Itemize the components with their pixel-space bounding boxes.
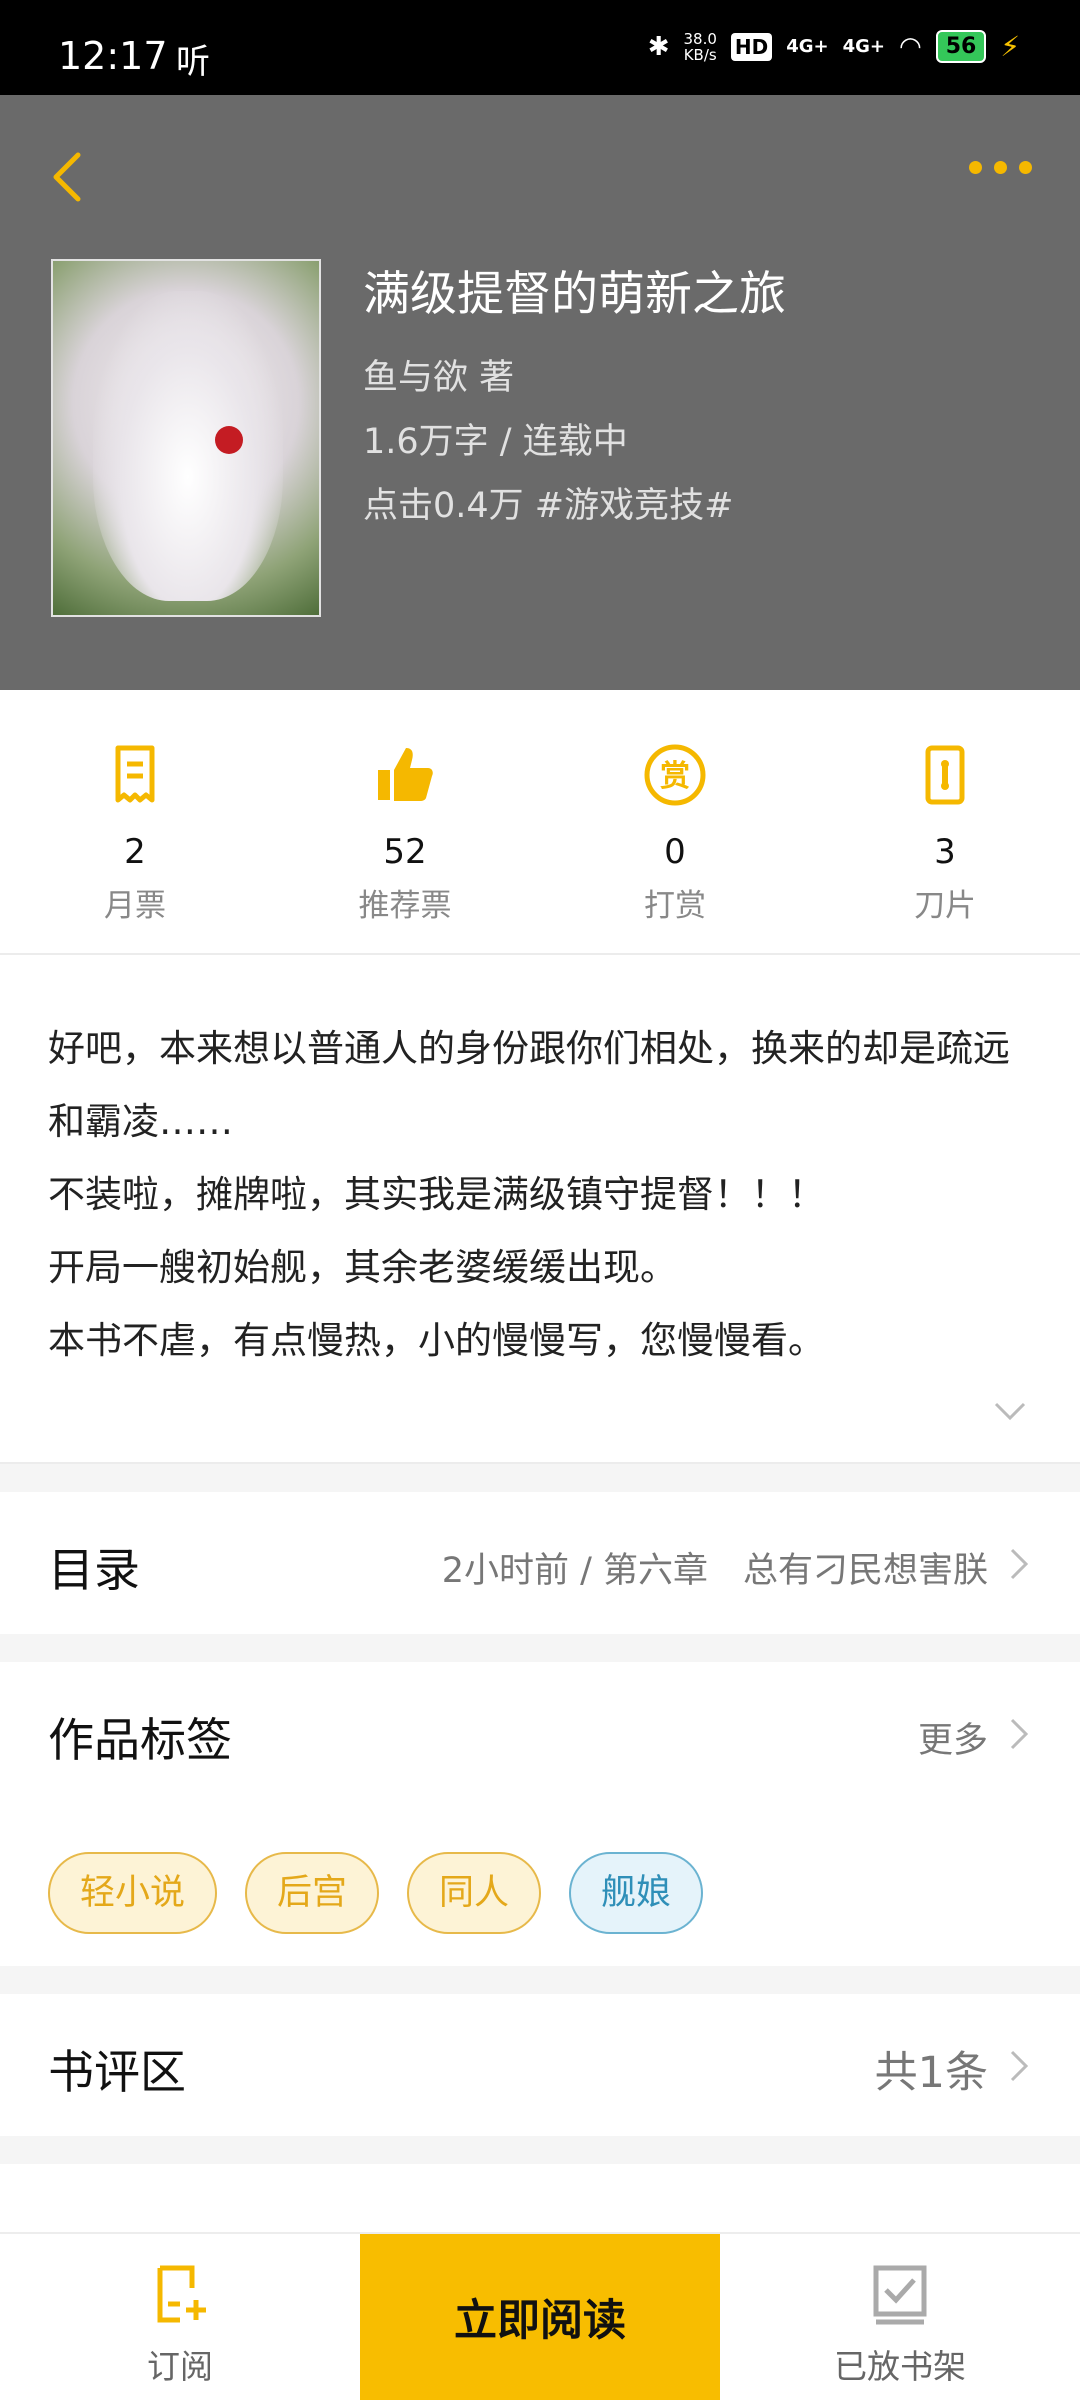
more-dot-icon (969, 160, 982, 174)
reviews-row[interactable]: 书评区 共1条 (0, 1994, 1080, 2136)
tag-chip[interactable]: 舰娘 (569, 1852, 704, 1934)
book-author[interactable]: 鱼与欲 著 (363, 349, 514, 400)
stat-label: 刀片 (914, 888, 976, 924)
subscribe-button[interactable]: 订阅 (0, 2234, 360, 2400)
bluetooth-icon: ✱ (647, 31, 670, 62)
stat-reward[interactable]: 赏 0 打赏 (540, 690, 810, 953)
stat-label: 推荐票 (358, 888, 452, 924)
section-divider (0, 2136, 1080, 2164)
status-bar: 12:17 听 ✱ 38.0 KB/s HD 4G+ 4G+ ◠ 56 ⚡ (0, 0, 1080, 95)
thumbs-up-icon (378, 748, 433, 801)
book-title: 满级提督的萌新之旅 (363, 267, 786, 322)
hd-voice-icon: HD (730, 32, 773, 61)
svg-text:赏: 赏 (660, 759, 690, 794)
reviews-count: 共1条 (874, 2048, 988, 2098)
bookshelf-label: 已放书架 (834, 2347, 966, 2386)
read-now-button[interactable]: 立即阅读 (360, 2234, 720, 2400)
blade-icon (925, 745, 965, 805)
reward-icon: 赏 (644, 744, 706, 806)
net-speed: 38.0 KB/s (683, 29, 717, 64)
section-divider (0, 1462, 1080, 1492)
chevron-right-icon (1010, 2050, 1029, 2082)
tag-chip[interactable]: 轻小说 (48, 1852, 218, 1934)
wifi-icon: ◠ (899, 31, 922, 62)
stats-bar: 2 月票 52 推荐票 赏 0 打赏 3 刀片 (0, 690, 1080, 955)
subscribe-label: 订阅 (147, 2347, 213, 2386)
ticket-icon (115, 745, 155, 803)
bookshelf-check-icon (873, 2265, 927, 2325)
status-icons: ✱ 38.0 KB/s HD 4G+ 4G+ ◠ 56 ⚡ (648, 30, 1020, 63)
cover-figure (93, 291, 283, 601)
stat-blade[interactable]: 3 刀片 (810, 690, 1080, 953)
tags-title: 作品标签 (48, 1713, 232, 1767)
intro-line: 不装啦，摊牌啦，其实我是满级镇守提督！！！ (48, 1173, 825, 1216)
section-divider (0, 1966, 1080, 1994)
chevron-left-icon (53, 152, 81, 202)
stat-recommend[interactable]: 52 推荐票 (270, 690, 540, 953)
catalog-latest-chapter: 2小时前 / 第六章 总有刁民想害朕 (441, 1551, 988, 1591)
stat-label: 月票 (104, 888, 166, 924)
chevron-right-icon (1010, 1548, 1029, 1580)
bottom-action-bar: 订阅 立即阅读 已放书架 (0, 2232, 1080, 2400)
book-cover[interactable] (51, 259, 321, 617)
status-time: 12:17 (58, 34, 168, 78)
section-divider (0, 1634, 1080, 1662)
stat-value: 0 (664, 832, 686, 872)
expand-chevron-icon[interactable] (990, 1390, 1030, 1430)
more-dot-icon (1019, 160, 1032, 174)
tag-chip[interactable]: 后宫 (245, 1852, 380, 1934)
catalog-title: 目录 (48, 1543, 140, 1597)
book-clicks-genre: 点击0.4万 #游戏竞技# (363, 486, 734, 526)
reviews-title: 书评区 (48, 2045, 186, 2099)
signal-icon-2: 4G+ (842, 36, 886, 57)
more-dot-icon (994, 160, 1007, 174)
book-intro[interactable]: 好吧，本来想以普通人的身份跟你们相处，换来的却是疏远和霸凌…… 不装啦，摊牌啦，… (48, 1012, 1038, 1377)
stat-value: 52 (383, 832, 427, 872)
cover-rose (215, 426, 243, 454)
signal-icon: 4G+ (786, 36, 829, 57)
stat-value: 3 (934, 832, 956, 872)
tag-chip[interactable]: 同人 (407, 1852, 542, 1934)
more-options-button[interactable] (952, 147, 1032, 187)
book-header: 满级提督的萌新之旅 鱼与欲 著 1.6万字 / 连载中 点击0.4万 #游戏竞技… (0, 95, 1080, 690)
catalog-row[interactable]: 目录 2小时前 / 第六章 总有刁民想害朕 (0, 1492, 1080, 1634)
bookshelf-button[interactable]: 已放书架 (720, 2234, 1080, 2400)
subscribe-icon (157, 2265, 206, 2323)
stat-monthly-ticket[interactable]: 2 月票 (0, 690, 270, 953)
book-word-count: 1.6万字 / 连载中 (363, 422, 628, 462)
intro-line: 本书不虐，有点慢热，小的慢慢写，您慢慢看。 (48, 1319, 825, 1362)
listen-app-icon: 听 (176, 42, 210, 82)
intro-line: 开局一艘初始舰，其余老婆缓缓出现。 (48, 1246, 677, 1289)
battery-icon: 56 (935, 30, 987, 63)
chevron-right-icon[interactable] (1006, 1714, 1032, 1754)
stat-label: 打赏 (644, 888, 706, 924)
tags-more-link[interactable]: 更多 (918, 1712, 988, 1763)
back-button[interactable] (42, 135, 102, 215)
stat-value: 2 (124, 832, 146, 872)
charging-icon: ⚡ (1000, 30, 1020, 63)
tag-list: 轻小说 后宫 同人 舰娘 (48, 1852, 704, 1934)
intro-line: 好吧，本来想以普通人的身份跟你们相处，换来的却是疏远和霸凌…… (48, 1027, 1010, 1143)
